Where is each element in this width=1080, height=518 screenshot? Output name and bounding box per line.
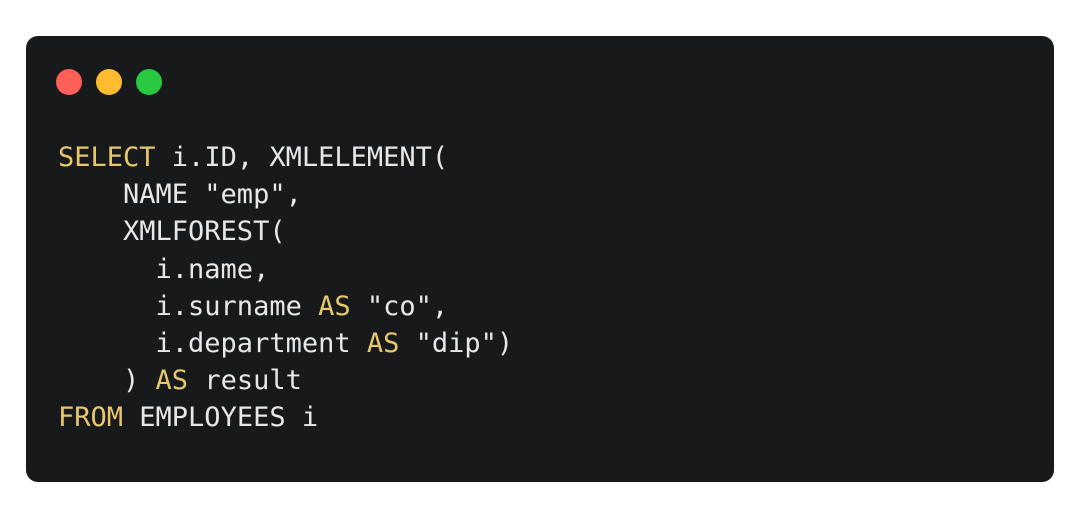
code-text: "co", <box>350 290 449 322</box>
code-text: XMLFOREST( <box>58 216 286 248</box>
code-line-5: i.surname AS "co", <box>58 288 513 325</box>
code-line-3: XMLFOREST( <box>58 213 513 250</box>
keyword: AS <box>366 327 400 359</box>
code-text: i.ID, XMLELEMENT( <box>155 142 449 173</box>
keyword: FROM <box>58 402 124 434</box>
window-controls <box>56 69 162 95</box>
code-text: i.surname <box>58 290 319 322</box>
keyword: SELECT <box>58 142 156 173</box>
code-text: "dip") <box>399 327 514 359</box>
code-line-4: i.name, <box>58 251 513 288</box>
keyword: AS <box>155 365 189 397</box>
code-text: i.department <box>58 327 367 359</box>
code-line-7: ) AS result <box>58 362 513 399</box>
code-text: i.name, <box>58 253 270 285</box>
code-window: SELECT i.ID, XMLELEMENT( NAME "emp", XML… <box>26 36 1054 482</box>
code-line-2: NAME "emp", <box>58 176 513 213</box>
minimize-dot-icon[interactable] <box>96 69 122 95</box>
code-text: EMPLOYEES i <box>123 402 319 434</box>
code-text: ) <box>58 365 156 397</box>
code-line-8: FROM EMPLOYEES i <box>58 399 513 436</box>
code-text: NAME "emp", <box>58 179 302 211</box>
code-line-1: SELECT i.ID, XMLELEMENT( <box>58 139 513 176</box>
code-block: SELECT i.ID, XMLELEMENT( NAME "emp", XML… <box>58 139 513 437</box>
code-line-6: i.department AS "dip") <box>58 325 514 362</box>
code-text: result <box>188 365 302 397</box>
close-dot-icon[interactable] <box>56 69 82 95</box>
keyword: AS <box>318 290 351 322</box>
zoom-dot-icon[interactable] <box>136 69 162 95</box>
